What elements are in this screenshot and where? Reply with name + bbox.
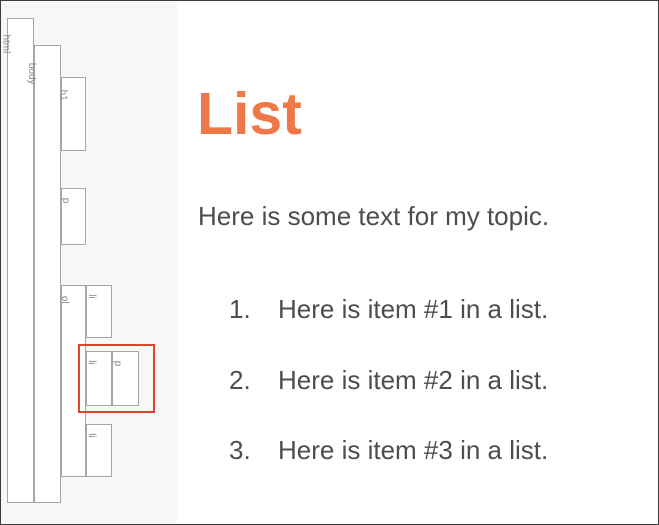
- structure-bar-h1[interactable]: h1: [57, 77, 86, 151]
- structure-bars-pane: html body h1 p ol li li p li: [1, 1, 177, 524]
- list-item-2-number: 2.: [229, 365, 251, 395]
- intro-paragraph[interactable]: Here is some text for my topic.: [198, 201, 549, 231]
- document-window: html body h1 p ol li li p li List Here i…: [0, 0, 659, 525]
- structure-bar-html-label: html: [0, 34, 12, 54]
- list-item-1[interactable]: 1. Here is item #1 in a list.: [229, 294, 548, 324]
- structure-bar-h1-label: h1: [56, 89, 68, 101]
- list-item-2[interactable]: 2. Here is item #2 in a list.: [229, 365, 548, 395]
- list-item-1-text: Here is item #1 in a list.: [278, 294, 549, 324]
- structure-bar-li-3-label: li: [85, 433, 97, 438]
- structure-bar-li-1-label: li: [85, 294, 97, 299]
- list-item-3-number: 3.: [229, 435, 251, 465]
- structure-bar-body-label: body: [25, 62, 37, 85]
- structure-bar-p[interactable]: p: [59, 188, 86, 245]
- structure-bar-html[interactable]: html: [1, 18, 34, 503]
- structure-bar-li-1[interactable]: li: [86, 285, 112, 338]
- document-content: List Here is some text for my topic. 1. H…: [177, 1, 658, 524]
- list-item-3[interactable]: 3. Here is item #3 in a list.: [229, 435, 548, 465]
- list-item-3-text: Here is item #3 in a list.: [278, 435, 549, 465]
- page-title[interactable]: List: [197, 79, 302, 149]
- structure-bar-body[interactable]: body: [26, 45, 61, 503]
- list-item-1-number: 1.: [229, 294, 251, 324]
- structure-bar-p-label: p: [59, 197, 71, 204]
- selected-element-highlight: [78, 344, 155, 413]
- list-item-2-text: Here is item #2 in a list.: [278, 365, 549, 395]
- structure-bar-ol-label: ol: [58, 295, 70, 304]
- structure-bar-li-3[interactable]: li: [86, 424, 112, 477]
